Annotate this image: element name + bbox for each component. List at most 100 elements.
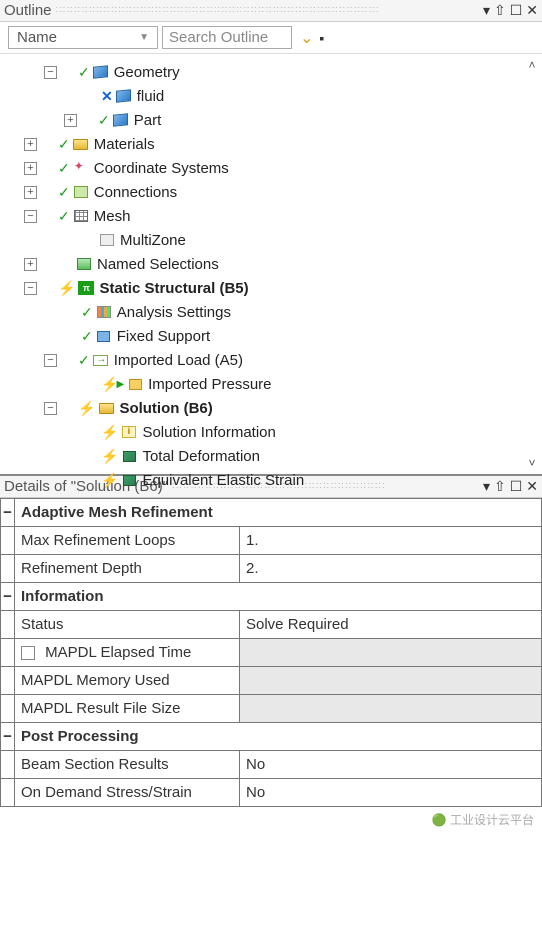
collapse-icon[interactable]: − bbox=[24, 282, 37, 295]
details-panel: Details of "Solution (B6)" ∷∷∷∷∷∷∷∷∷∷∷∷∷… bbox=[0, 474, 542, 807]
node-label: MultiZone bbox=[120, 232, 186, 249]
row-max-loops[interactable]: Max Refinement Loops 1. bbox=[1, 527, 542, 555]
coord-icon bbox=[72, 160, 90, 176]
prop-label: Beam Section Results bbox=[15, 751, 240, 779]
scroll-up-icon[interactable]: ˄ bbox=[524, 58, 540, 72]
tree-node-total-def[interactable]: ⚡ Total Deformation bbox=[4, 444, 542, 468]
support-icon bbox=[95, 328, 113, 344]
prop-label: MAPDL Result File Size bbox=[15, 695, 240, 723]
tree-node-imported-pressure[interactable]: ⚡▶ Imported Pressure bbox=[4, 372, 542, 396]
prop-label: Max Refinement Loops bbox=[15, 527, 240, 555]
bolt-icon: ⚡ bbox=[101, 472, 118, 489]
collapse-icon[interactable]: − bbox=[44, 402, 57, 415]
elapsed-checkbox[interactable] bbox=[21, 646, 35, 660]
tree-node-static[interactable]: − ⚡ π Static Structural (B5) bbox=[4, 276, 542, 300]
row-result-size[interactable]: MAPDL Result File Size bbox=[1, 695, 542, 723]
node-label: Connections bbox=[94, 184, 177, 201]
row-status[interactable]: Status Solve Required bbox=[1, 611, 542, 639]
prop-value[interactable]: 1. bbox=[240, 527, 542, 555]
outline-toolbar: Name ▼ Search Outline ⌄ ▪ bbox=[0, 22, 542, 54]
node-label: Named Selections bbox=[97, 256, 219, 273]
tree-node-solution[interactable]: − ⚡ Solution (B6) bbox=[4, 396, 542, 420]
tree-node-sol-info[interactable]: ⚡ Solution Information bbox=[4, 420, 542, 444]
expand-icon[interactable]: + bbox=[24, 258, 37, 271]
toolbar-more-icon[interactable]: ▪ bbox=[317, 30, 324, 46]
section-label: Information bbox=[15, 583, 542, 611]
tree-node-fluid[interactable]: ✕ fluid bbox=[4, 84, 542, 108]
section-info[interactable]: − Information bbox=[1, 583, 542, 611]
node-label: Geometry bbox=[114, 64, 180, 81]
check-icon: ✓ bbox=[78, 352, 90, 369]
details-table: − Adaptive Mesh Refinement Max Refinemen… bbox=[0, 498, 542, 807]
collapse-icon[interactable]: − bbox=[24, 210, 37, 223]
section-label: Adaptive Mesh Refinement bbox=[15, 499, 542, 527]
static-icon: π bbox=[77, 280, 95, 296]
node-label: Part bbox=[134, 112, 162, 129]
prop-label: On Demand Stress/Strain bbox=[15, 779, 240, 807]
node-label: Static Structural (B5) bbox=[99, 280, 248, 297]
scroll-down-icon[interactable]: ˅ bbox=[524, 456, 540, 470]
expand-icon[interactable]: + bbox=[64, 114, 77, 127]
node-label: Equivalent Elastic Strain bbox=[142, 472, 304, 489]
row-ref-depth[interactable]: Refinement Depth 2. bbox=[1, 555, 542, 583]
prop-value[interactable]: 2. bbox=[240, 555, 542, 583]
import-icon bbox=[92, 352, 110, 368]
tree-node-connections[interactable]: + ✓ Connections bbox=[4, 180, 542, 204]
close-icon[interactable]: ✕ bbox=[526, 2, 538, 19]
filter-dropdown[interactable]: Name ▼ bbox=[8, 26, 158, 49]
section-post[interactable]: − Post Processing bbox=[1, 723, 542, 751]
tree-node-geometry[interactable]: − ✓ Geometry bbox=[4, 60, 542, 84]
section-adaptive[interactable]: − Adaptive Mesh Refinement bbox=[1, 499, 542, 527]
prop-value[interactable]: No bbox=[240, 779, 542, 807]
tree-node-coord[interactable]: + ✓ Coordinate Systems bbox=[4, 156, 542, 180]
tree-node-named[interactable]: + Named Selections bbox=[4, 252, 542, 276]
mesh-icon bbox=[72, 208, 90, 224]
tree-view-area: ˄ − ✓ Geometry ✕ fluid + ✓ Part + bbox=[0, 54, 542, 474]
tree-node-materials[interactable]: + ✓ Materials bbox=[4, 132, 542, 156]
tree-node-part[interactable]: + ✓ Part bbox=[4, 108, 542, 132]
node-label: Analysis Settings bbox=[117, 304, 231, 321]
tree-node-fixed[interactable]: ✓ Fixed Support bbox=[4, 324, 542, 348]
dropdown-arrow-icon[interactable]: ▾ bbox=[483, 2, 490, 19]
expand-icon[interactable]: + bbox=[24, 186, 37, 199]
bolt-icon: ⚡ bbox=[78, 400, 95, 417]
section-collapse-icon[interactable]: − bbox=[1, 499, 15, 527]
check-icon: ✓ bbox=[81, 304, 93, 321]
multizone-icon bbox=[98, 232, 116, 248]
expand-icon[interactable]: + bbox=[24, 162, 37, 175]
prop-value bbox=[240, 639, 542, 667]
section-collapse-icon[interactable]: − bbox=[1, 723, 15, 751]
check-icon: ✓ bbox=[58, 160, 70, 177]
check-icon: ✓ bbox=[78, 64, 90, 81]
prop-value bbox=[240, 667, 542, 695]
watermark: 🟢 工业设计云平台 bbox=[0, 807, 542, 832]
row-demand[interactable]: On Demand Stress/Strain No bbox=[1, 779, 542, 807]
maximize-icon[interactable]: ☐ bbox=[510, 2, 523, 19]
outline-tree[interactable]: − ✓ Geometry ✕ fluid + ✓ Part + ✓ bbox=[0, 54, 542, 498]
tree-node-mesh[interactable]: − ✓ Mesh bbox=[4, 204, 542, 228]
row-beam[interactable]: Beam Section Results No bbox=[1, 751, 542, 779]
check-icon: ✓ bbox=[58, 184, 70, 201]
row-elapsed[interactable]: MAPDL Elapsed Time bbox=[1, 639, 542, 667]
tree-node-imported-load[interactable]: − ✓ Imported Load (A5) bbox=[4, 348, 542, 372]
node-label: Imported Pressure bbox=[148, 376, 271, 393]
tree-node-analysis[interactable]: ✓ Analysis Settings bbox=[4, 300, 542, 324]
expand-icon[interactable]: + bbox=[24, 138, 37, 151]
collapse-icon[interactable]: − bbox=[44, 354, 57, 367]
named-sel-icon bbox=[75, 256, 93, 272]
pin-icon[interactable]: ⇧ bbox=[494, 2, 506, 19]
row-memory[interactable]: MAPDL Memory Used bbox=[1, 667, 542, 695]
node-label: Solution Information bbox=[142, 424, 275, 441]
check-icon: ✓ bbox=[58, 208, 70, 225]
prop-label: Status bbox=[15, 611, 240, 639]
solution-icon bbox=[97, 400, 115, 416]
wechat-icon: 🟢 bbox=[432, 813, 447, 827]
tree-node-multizone[interactable]: MultiZone bbox=[4, 228, 542, 252]
tree-node-eq-strain[interactable]: ⚡ Equivalent Elastic Strain bbox=[4, 468, 542, 492]
section-collapse-icon[interactable]: − bbox=[1, 583, 15, 611]
prop-value[interactable]: No bbox=[240, 751, 542, 779]
expand-chevron-icon[interactable]: ⌄ bbox=[296, 28, 313, 48]
body-icon bbox=[112, 112, 130, 128]
collapse-icon[interactable]: − bbox=[44, 66, 57, 79]
search-input[interactable]: Search Outline bbox=[162, 26, 292, 49]
